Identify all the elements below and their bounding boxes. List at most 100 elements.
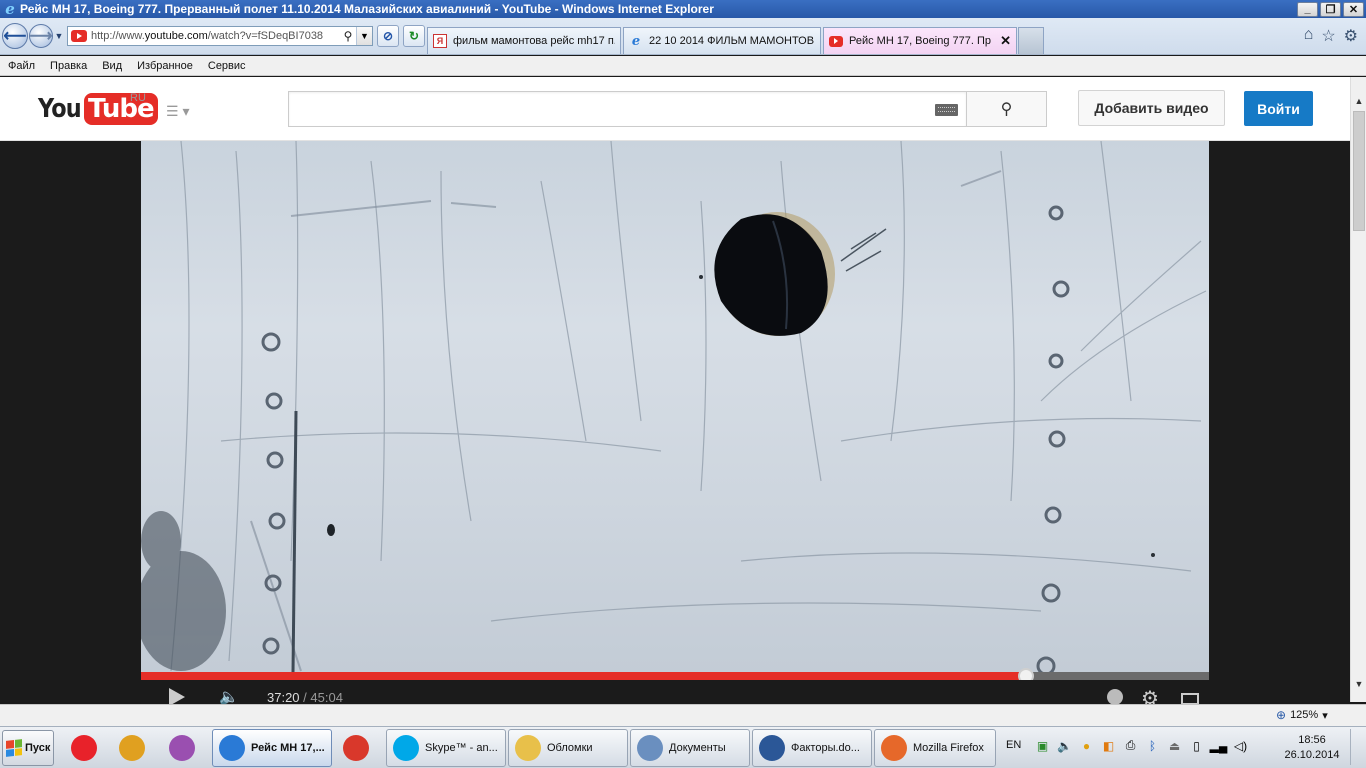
taskbar-item-chrome[interactable] [334, 729, 378, 767]
notification-icon[interactable]: ● [1078, 737, 1095, 754]
paint-icon [119, 735, 145, 761]
clock-time: 18:56 [1298, 734, 1326, 746]
navigation-bar: ⟵ ⟶ ▼ http://www.youtube.com/watch?v=fSD… [0, 18, 1366, 55]
new-tab-button[interactable] [1018, 27, 1044, 54]
taskbar-item-label: Skype™ - an... [425, 742, 498, 754]
window-controls: _ ❐ ✕ [1297, 1, 1364, 17]
taskbar-item-label: Факторы.do... [791, 742, 860, 754]
printer-icon[interactable]: ⎙ [1122, 737, 1139, 754]
start-button[interactable]: Пуск [2, 730, 54, 766]
video-progress-bar[interactable] [141, 668, 1209, 684]
menu-bar: Файл Правка Вид Избранное Сервис [0, 56, 1366, 76]
taskbar-item-yandex-browser[interactable] [62, 729, 106, 767]
address-bar[interactable]: http://www.youtube.com/watch?v=fSDeqBI70… [67, 26, 373, 46]
firefox-icon [881, 735, 907, 761]
menu-favorites[interactable]: Избранное [137, 60, 193, 72]
search-button[interactable]: ⚲ [966, 91, 1047, 127]
scrollbar-thumb[interactable] [1353, 111, 1365, 231]
documents-icon [637, 735, 663, 761]
battery-icon[interactable]: ▯ [1188, 737, 1205, 754]
word-icon [759, 735, 785, 761]
yandex-browser-icon [71, 735, 97, 761]
folder-icon [515, 735, 541, 761]
taskbar-item-ie[interactable]: Рейс МН 17,... [212, 729, 332, 767]
close-button[interactable]: ✕ [1343, 1, 1364, 17]
minimize-button[interactable]: _ [1297, 1, 1318, 17]
time-display: 37:20 / 45:04 [267, 690, 343, 705]
address-search-icon[interactable]: ⚲ [340, 29, 356, 43]
taskbar-item-firefox[interactable]: Mozilla Firefox [874, 729, 996, 767]
video-frame[interactable] [141, 141, 1209, 673]
progress-played [141, 672, 1026, 680]
bluetooth-icon[interactable]: ᛒ [1144, 737, 1161, 754]
scroll-up-icon[interactable]: ▲ [1351, 93, 1366, 109]
current-time: 37:20 [267, 690, 300, 705]
windows-flag-icon [6, 739, 22, 757]
menu-file[interactable]: Файл [8, 60, 35, 72]
window-titlebar: e Рейс МН 17, Boeing 777. Прерванный пол… [0, 0, 1366, 18]
show-desktop-button[interactable] [1350, 729, 1364, 765]
address-url[interactable]: http://www.youtube.com/watch?v=fSDeqBI70… [91, 30, 340, 42]
compatibility-view-icon[interactable]: ⊘ [377, 25, 399, 47]
signal-icon[interactable]: ▂▄ [1210, 737, 1228, 754]
zoom-magnifier-icon: ⊕ [1276, 708, 1287, 722]
windows-taskbar: Пуск Рейс МН 17,... Skype™ - an... Обломки… [0, 726, 1366, 768]
zoom-control[interactable]: ⊕ 125% ▾ [1276, 708, 1328, 722]
taskbar-item-skype[interactable]: Skype™ - an... [386, 729, 506, 767]
watch-later-icon[interactable] [1107, 689, 1123, 705]
youtube-favicon-icon [71, 30, 87, 42]
keyboard-icon[interactable] [935, 104, 958, 116]
language-indicator[interactable]: EN [1006, 739, 1021, 751]
taskbar-item-documents[interactable]: Документы [630, 729, 750, 767]
yandex-icon: Я [433, 34, 447, 48]
taskbar-item-label: Обломки [547, 742, 593, 754]
tab-yandex-search[interactable]: Я фильм мамонтова рейс mh17 п... [427, 27, 621, 54]
history-dropdown-icon[interactable]: ▼ [54, 31, 64, 41]
menu-tools[interactable]: Сервис [208, 60, 246, 72]
opera-like-icon [169, 735, 195, 761]
tab-mamontov-film[interactable]: e 22 10 2014 ФИЛЬМ МАМОНТОВ... [623, 27, 821, 54]
taskbar-item-opera-like[interactable] [160, 729, 204, 767]
search-input[interactable] [288, 91, 966, 127]
tools-gear-icon[interactable]: ⚙ [1344, 26, 1358, 46]
skype-icon [393, 735, 419, 761]
window-title: Рейс МН 17, Boeing 777. Прерванный полет… [20, 2, 714, 16]
duration: 45:04 [310, 690, 343, 705]
menu-edit[interactable]: Правка [50, 60, 87, 72]
refresh-icon[interactable]: ↻ [403, 25, 425, 47]
region-label: RU [130, 92, 146, 104]
ie-status-bar: ⊕ 125% ▾ [0, 704, 1366, 726]
home-icon[interactable]: ⌂ [1304, 26, 1314, 46]
upload-button[interactable]: Добавить видео [1078, 90, 1225, 126]
taskbar-item-word[interactable]: Факторы.do... [752, 729, 872, 767]
time-separator: / [299, 690, 311, 705]
sign-in-button[interactable]: Войти [1244, 91, 1313, 126]
ie-logo-icon: e [5, 0, 15, 18]
tab-youtube-mh17[interactable]: Рейс МН 17, Boeing 777. Пр... ✕ [823, 27, 1017, 54]
youtube-masthead: You Tube RU ☰ ▾ ⚲ Добавить видео Войти [0, 77, 1350, 141]
forward-button[interactable]: ⟶ [29, 24, 53, 48]
speaker-icon[interactable]: 🔈 [1056, 737, 1073, 754]
close-tab-button[interactable]: ✕ [1000, 33, 1011, 49]
clock[interactable]: 18:56 26.10.2014 [1282, 733, 1342, 763]
ie-command-icons: ⌂ ☆ ⚙ [1304, 26, 1358, 46]
zoom-level: 125% [1290, 709, 1319, 721]
zoom-dropdown-icon[interactable]: ▾ [1322, 709, 1328, 722]
page-scrollbar[interactable]: ▲ ▼ [1350, 77, 1366, 702]
taskbar-item-folder[interactable]: Обломки [508, 729, 628, 767]
volume-tray-icon[interactable]: ◁) [1232, 737, 1249, 754]
youtube-icon [829, 35, 843, 47]
menu-view[interactable]: Вид [102, 60, 122, 72]
network-monitor-icon[interactable]: ▣ [1034, 737, 1051, 754]
scroll-down-icon[interactable]: ▼ [1351, 676, 1366, 692]
safe-remove-icon[interactable]: ⏏ [1166, 737, 1183, 754]
guide-menu-icon[interactable]: ☰ ▾ [166, 103, 189, 120]
favorites-star-icon[interactable]: ☆ [1321, 26, 1335, 46]
app-tray-icon[interactable]: ◧ [1100, 737, 1117, 754]
player-controls: 🔈 37:20 / 45:04 ⚙ [141, 680, 1209, 710]
address-dropdown-icon[interactable]: ▼ [356, 27, 372, 45]
taskbar-item-paint[interactable] [110, 729, 154, 767]
maximize-button[interactable]: ❐ [1320, 1, 1341, 17]
back-button[interactable]: ⟵ [2, 23, 28, 49]
system-tray: ▣ 🔈 ● ◧ ⎙ ᛒ ⏏ ▯ ▂▄ ◁) [1034, 737, 1249, 754]
